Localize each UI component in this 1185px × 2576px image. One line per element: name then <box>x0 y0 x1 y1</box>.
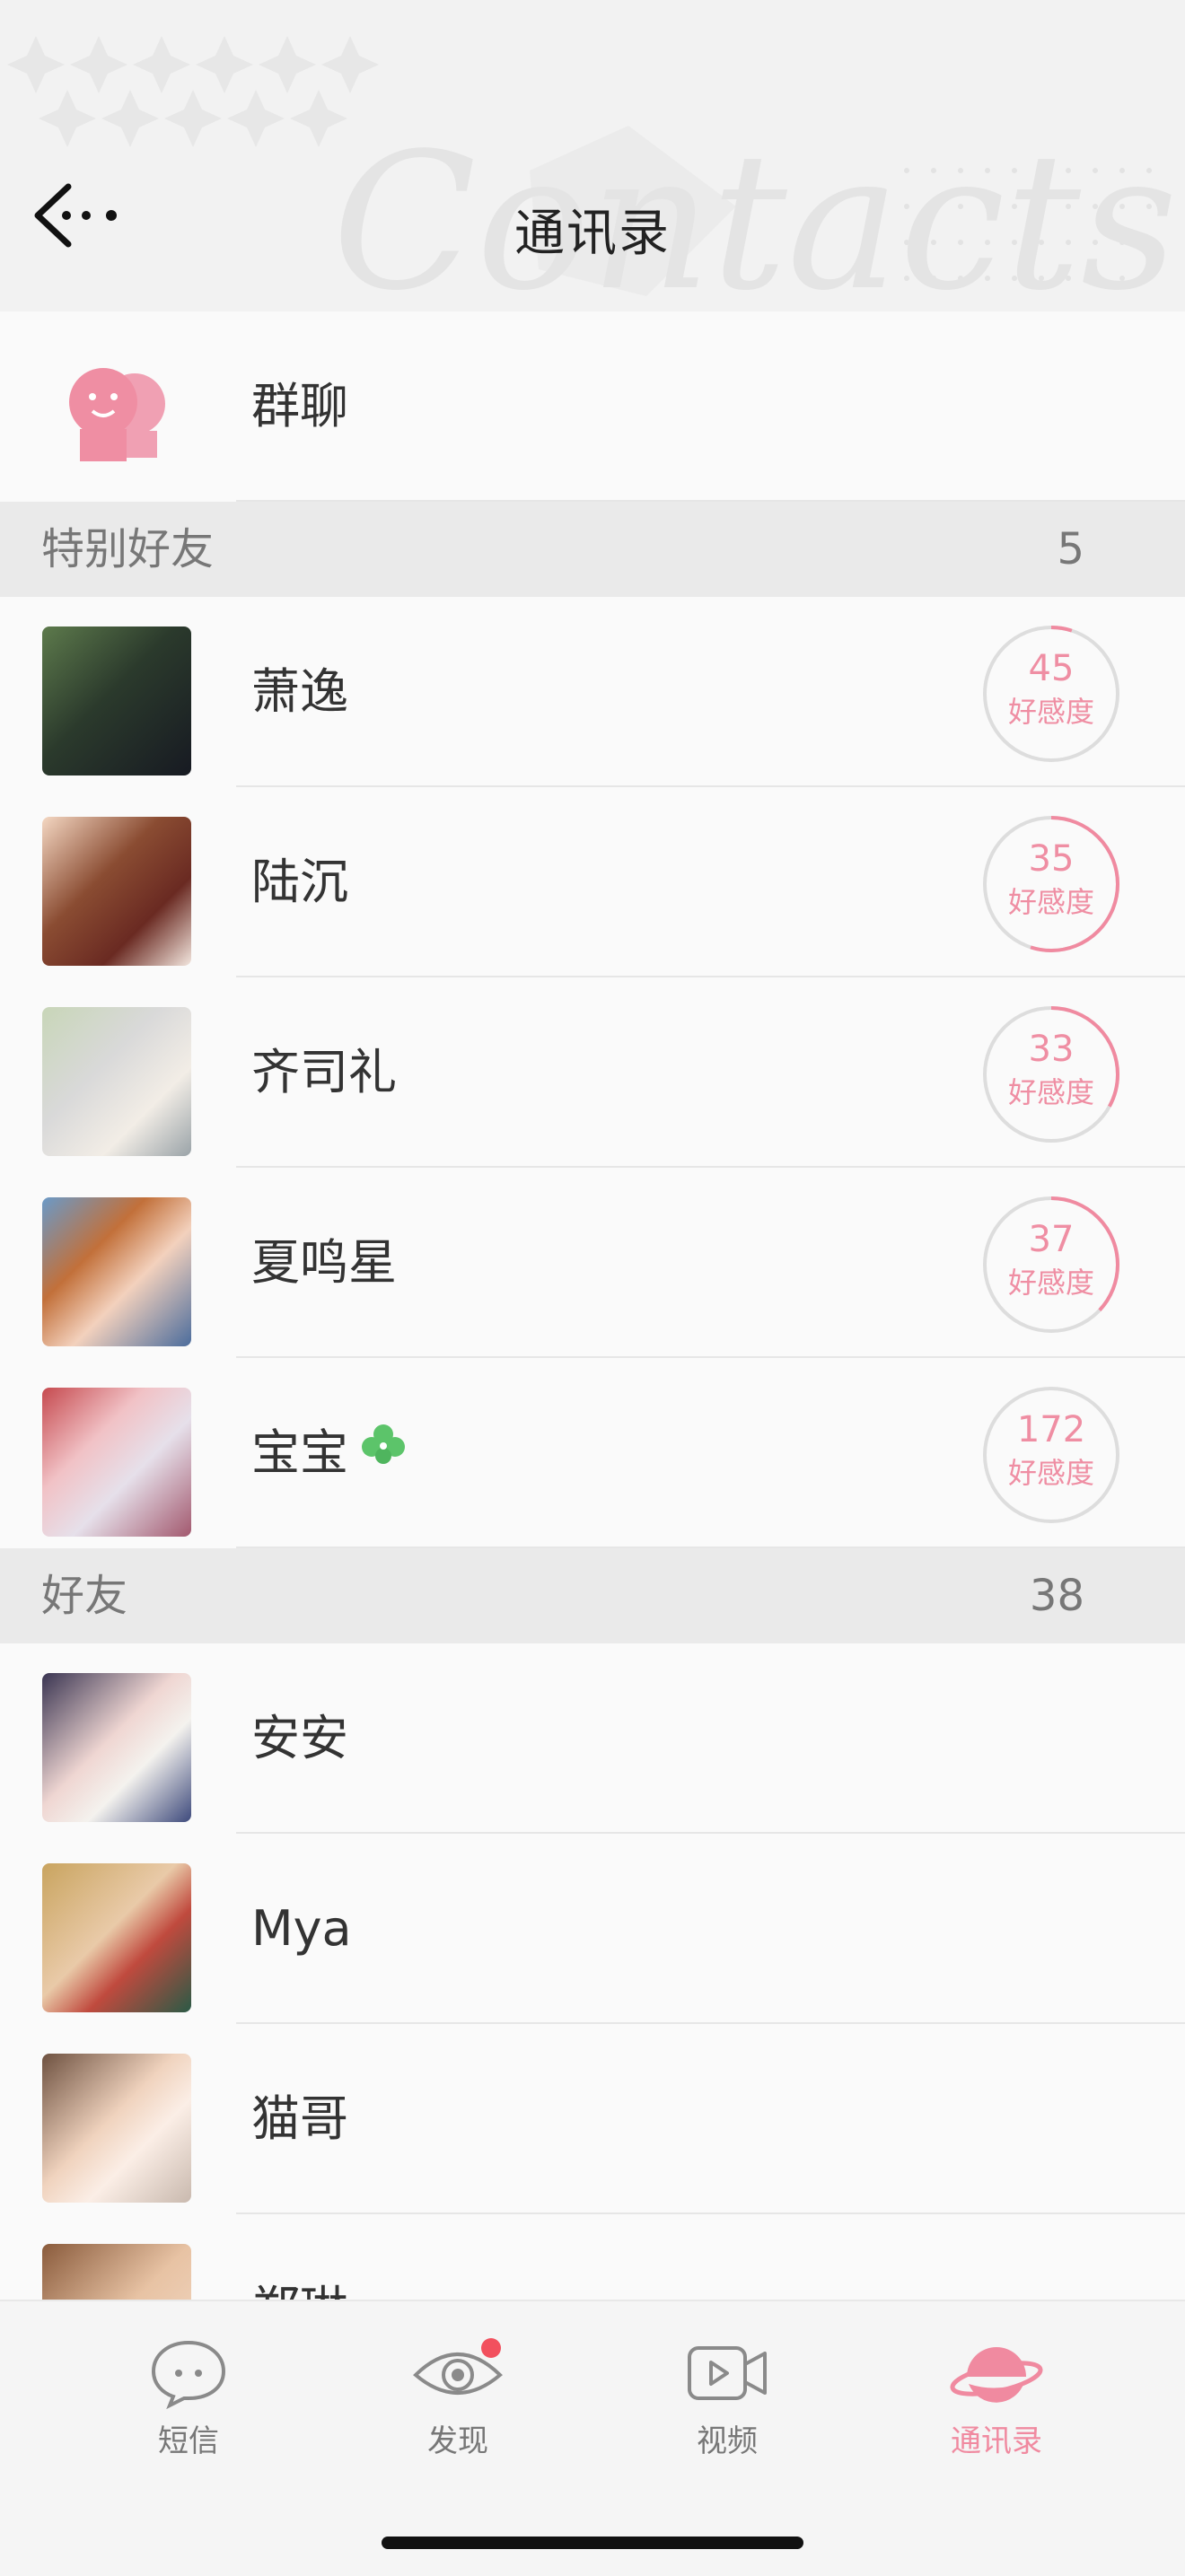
eye-icon <box>413 2338 503 2395</box>
affinity-label: 好感度 <box>1007 695 1094 729</box>
home-indicator[interactable] <box>382 2537 803 2549</box>
affinity-ring: 45 好感度 <box>981 624 1121 764</box>
contact-name-text: 宝宝 <box>251 1424 348 1481</box>
avatar <box>42 817 191 966</box>
section-count: 5 <box>1057 524 1084 574</box>
section-title: 特别好友 <box>41 524 215 574</box>
affinity-value: 37 <box>1028 1219 1075 1260</box>
group-chat-icon <box>42 341 191 490</box>
chat-bubble-icon <box>151 2340 226 2410</box>
avatar <box>42 1197 191 1346</box>
affinity-value: 35 <box>1028 838 1075 880</box>
affinity-value: 33 <box>1028 1029 1075 1070</box>
tab-discover[interactable]: 发现 <box>368 2337 548 2472</box>
affinity-value: 45 <box>1028 648 1075 689</box>
planet-icon <box>950 2347 1043 2403</box>
tab-bar: 短信 发现 视频 通讯录 <box>0 2300 1185 2576</box>
section-count: 38 <box>1029 1571 1084 1621</box>
affinity-label: 好感度 <box>1007 1456 1094 1490</box>
avatar <box>42 1673 191 1822</box>
contact-row[interactable]: 夏鸣星 37 好感度 <box>0 1168 1185 1358</box>
contact-name: 夏鸣星 <box>251 1234 397 1291</box>
contact-row[interactable]: 安安 <box>0 1643 1185 1834</box>
affinity-ring: 35 好感度 <box>981 814 1121 954</box>
avatar <box>42 1863 191 2012</box>
contact-row[interactable]: 齐司礼 33 好感度 <box>0 977 1185 1168</box>
tab-label: 通讯录 <box>951 2423 1042 2459</box>
avatar <box>42 1007 191 1156</box>
contact-name: 宝宝 <box>251 1358 409 1548</box>
group-chat-row[interactable]: 群聊 <box>0 311 1185 502</box>
avatar <box>42 1388 191 1537</box>
contact-list[interactable]: 群聊 特别好友 5 萧逸 45 好感度 陆沉 35 好感度 齐司礼 33 好感度 <box>0 311 1185 2405</box>
tab-label: 短信 <box>158 2423 219 2459</box>
affinity-label: 好感度 <box>1007 1266 1094 1300</box>
page-title: 通讯录 <box>514 205 671 263</box>
tab-label: 视频 <box>697 2423 758 2459</box>
video-icon <box>688 2346 767 2400</box>
affinity-value: 172 <box>1016 1409 1086 1450</box>
affinity-ring: 172 好感度 <box>981 1385 1121 1525</box>
contact-name: 陆沉 <box>251 854 348 910</box>
affinity-ring: 37 好感度 <box>981 1195 1121 1335</box>
tab-video[interactable]: 视频 <box>637 2337 817 2472</box>
affinity-label: 好感度 <box>1007 885 1094 919</box>
avatar <box>42 2054 191 2203</box>
section-title: 好友 <box>41 1571 128 1621</box>
group-chat-label: 群聊 <box>251 378 348 434</box>
contact-row[interactable]: 猫哥 <box>0 2024 1185 2214</box>
section-header-friends: 好友 38 <box>0 1548 1185 1643</box>
contact-name: 猫哥 <box>251 2090 348 2147</box>
tab-messages[interactable]: 短信 <box>99 2337 278 2472</box>
tab-contacts[interactable]: 通讯录 <box>907 2337 1086 2472</box>
section-header-special: 特别好友 5 <box>0 502 1185 597</box>
contact-name: 萧逸 <box>251 663 348 720</box>
contact-row[interactable]: 宝宝 172 好感度 <box>0 1358 1185 1548</box>
affinity-label: 好感度 <box>1007 1075 1094 1109</box>
clover-icon <box>357 1361 409 1551</box>
tab-label: 发现 <box>427 2423 488 2459</box>
contact-row[interactable]: 陆沉 35 好感度 <box>0 787 1185 977</box>
avatar <box>42 626 191 775</box>
contact-row[interactable]: 萧逸 45 好感度 <box>0 597 1185 787</box>
contact-row[interactable]: Mya <box>0 1834 1185 2024</box>
header: Contacts 通讯录 <box>0 0 1185 311</box>
contact-name: 安安 <box>251 1710 348 1766</box>
contact-name: Mya <box>251 1900 352 1957</box>
affinity-ring: 33 好感度 <box>981 1004 1121 1144</box>
contact-name: 齐司礼 <box>251 1044 397 1100</box>
